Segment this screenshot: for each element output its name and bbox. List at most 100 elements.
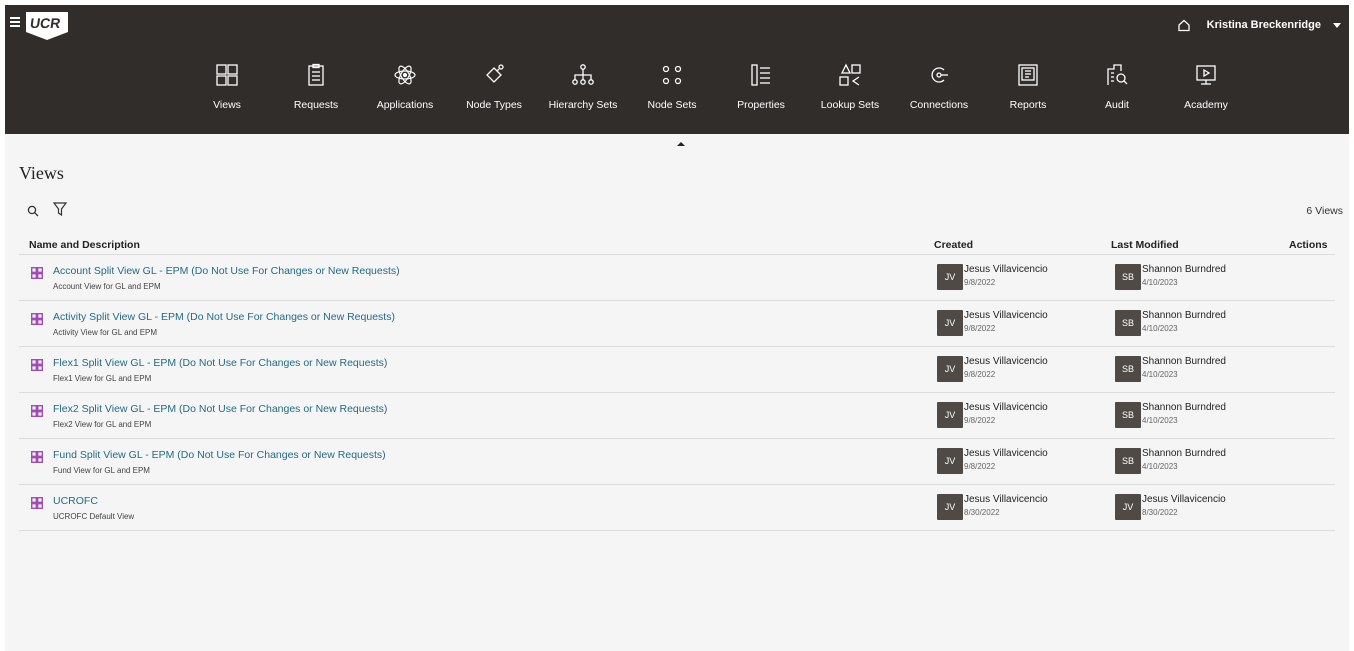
- svg-text:UCR: UCR: [29, 15, 62, 31]
- created-by-name: Jesus Villavicencio: [964, 402, 1048, 413]
- nav-properties[interactable]: Properties: [723, 63, 799, 123]
- view-name-link[interactable]: Flex2 Split View GL - EPM (Do Not Use Fo…: [53, 403, 387, 415]
- created-by-name: Jesus Villavicencio: [964, 494, 1048, 505]
- nav-node-types[interactable]: Node Types: [456, 63, 532, 123]
- column-header-created[interactable]: Created: [934, 239, 973, 251]
- view-description: Account View for GL and EPM: [53, 282, 161, 291]
- monitor-play-icon: [1196, 65, 1216, 85]
- lookup-icon: [839, 63, 861, 86]
- nav-label: Reports: [1009, 99, 1047, 111]
- user-menu[interactable]: Kristina Breckenridge: [1177, 18, 1341, 32]
- nav-hierarchy-sets[interactable]: Hierarchy Sets: [545, 63, 621, 123]
- modified-date: 8/30/2022: [1142, 508, 1178, 517]
- nav-academy[interactable]: Academy: [1168, 63, 1244, 123]
- modified-by-name: Shannon Burndred: [1142, 402, 1226, 413]
- created-date: 9/8/2022: [964, 370, 996, 379]
- nav-connections[interactable]: Connections: [901, 63, 977, 123]
- created-date: 9/8/2022: [964, 278, 996, 287]
- created-by-name: Jesus Villavicencio: [964, 356, 1048, 367]
- page-title: Views: [19, 163, 64, 183]
- avatar: JV: [937, 264, 963, 290]
- nav-label: Requests: [293, 99, 339, 111]
- list-icon: [751, 64, 770, 86]
- view-description: Flex1 View for GL and EPM: [53, 374, 152, 383]
- view-name-link[interactable]: Fund Split View GL - EPM (Do Not Use For…: [53, 449, 386, 461]
- nav-label: Connections: [909, 99, 969, 111]
- nav-audit[interactable]: Audit: [1079, 63, 1155, 123]
- modified-date: 4/10/2023: [1142, 370, 1178, 379]
- report-icon: [1018, 64, 1038, 86]
- view-grid-icon: [31, 359, 43, 371]
- nav-label: Properties: [737, 99, 785, 111]
- connection-icon: [931, 67, 948, 83]
- modified-date: 4/10/2023: [1142, 416, 1178, 425]
- nav-requests[interactable]: Requests: [278, 63, 354, 123]
- avatar: JV: [937, 310, 963, 336]
- user-name[interactable]: Kristina Breckenridge: [1207, 19, 1321, 31]
- node-set-icon: [662, 65, 682, 85]
- avatar: JV: [937, 402, 963, 428]
- nav-label: Node Types: [466, 99, 522, 111]
- modified-by-name: Shannon Burndred: [1142, 264, 1226, 275]
- modified-date: 4/10/2023: [1142, 462, 1178, 471]
- column-header-name[interactable]: Name and Description: [29, 239, 140, 251]
- view-description: UCROFC Default View: [53, 512, 135, 521]
- column-header-actions: Actions: [1289, 239, 1328, 251]
- view-description: Fund View for GL and EPM: [53, 466, 150, 475]
- avatar: SB: [1115, 356, 1141, 382]
- nav-views[interactable]: Views: [189, 63, 265, 123]
- nav-node-sets[interactable]: Node Sets: [634, 63, 710, 123]
- avatar: JV: [937, 494, 963, 520]
- home-icon[interactable]: [1177, 18, 1191, 32]
- top-bar: UCR Kristina Breckenridge Views Requests…: [5, 5, 1349, 134]
- nav-lookup-sets[interactable]: Lookup Sets: [812, 63, 888, 123]
- main-nav: Views Requests Applications Node Types H…: [189, 63, 1257, 123]
- ucr-logo[interactable]: UCR: [25, 11, 69, 41]
- table-row[interactable]: Flex2 Split View GL - EPM (Do Not Use Fo…: [19, 392, 1335, 438]
- nav-label: Applications: [376, 99, 434, 111]
- nav-label: Hierarchy Sets: [548, 99, 618, 111]
- created-by-name: Jesus Villavicencio: [964, 310, 1048, 321]
- created-date: 8/30/2022: [964, 508, 1000, 517]
- table-row[interactable]: Account Split View GL - EPM (Do Not Use …: [19, 254, 1335, 300]
- column-header-last-modified[interactable]: Last Modified: [1111, 239, 1179, 251]
- table-row[interactable]: UCROFC UCROFC Default View JV Jesus Villavi…: [19, 484, 1335, 531]
- view-name-link[interactable]: Flex1 Split View GL - EPM (Do Not Use Fo…: [53, 357, 387, 369]
- nav-label: Views: [213, 99, 241, 111]
- modified-date: 4/10/2023: [1142, 324, 1178, 333]
- table-row[interactable]: Flex1 Split View GL - EPM (Do Not Use Fo…: [19, 346, 1335, 392]
- table-row[interactable]: Fund Split View GL - EPM (Do Not Use For…: [19, 438, 1335, 484]
- modified-date: 4/10/2023: [1142, 278, 1178, 287]
- nav-label: Academy: [1184, 99, 1228, 111]
- app-frame: UCR Kristina Breckenridge Views Requests…: [5, 5, 1349, 651]
- created-date: 9/8/2022: [964, 324, 996, 333]
- collapse-nav-icon[interactable]: [677, 142, 685, 146]
- created-date: 9/8/2022: [964, 462, 996, 471]
- view-grid-icon: [31, 497, 43, 509]
- user-dropdown-icon[interactable]: [1333, 22, 1341, 28]
- modified-by-name: Jesus Villavicencio: [1142, 494, 1226, 505]
- nav-label: Audit: [1105, 99, 1129, 111]
- created-date: 9/8/2022: [964, 416, 996, 425]
- view-name-link[interactable]: Activity Split View GL - EPM (Do Not Use…: [53, 311, 395, 323]
- view-grid-icon: [31, 267, 43, 279]
- avatar: JV: [937, 448, 963, 474]
- view-name-link[interactable]: UCROFC: [53, 495, 98, 507]
- hamburger-menu-icon[interactable]: [10, 17, 20, 27]
- filter-icon[interactable]: [53, 202, 67, 217]
- table-row[interactable]: Activity Split View GL - EPM (Do Not Use…: [19, 300, 1335, 346]
- table-header: Name and Description Created Last Modifi…: [29, 235, 1339, 255]
- view-grid-icon: [31, 405, 43, 417]
- created-by-name: Jesus Villavicencio: [964, 448, 1048, 459]
- avatar: SB: [1115, 448, 1141, 474]
- view-description: Flex2 View for GL and EPM: [53, 420, 152, 429]
- views-count: 6 Views: [1306, 205, 1343, 217]
- audit-icon: [1107, 64, 1128, 85]
- nav-reports[interactable]: Reports: [990, 63, 1066, 123]
- modified-by-name: Shannon Burndred: [1142, 356, 1226, 367]
- clipboard-icon: [308, 63, 324, 86]
- view-description: Activity View for GL and EPM: [53, 328, 158, 337]
- search-icon[interactable]: [27, 205, 39, 217]
- view-name-link[interactable]: Account Split View GL - EPM (Do Not Use …: [53, 265, 400, 277]
- nav-applications[interactable]: Applications: [367, 63, 443, 123]
